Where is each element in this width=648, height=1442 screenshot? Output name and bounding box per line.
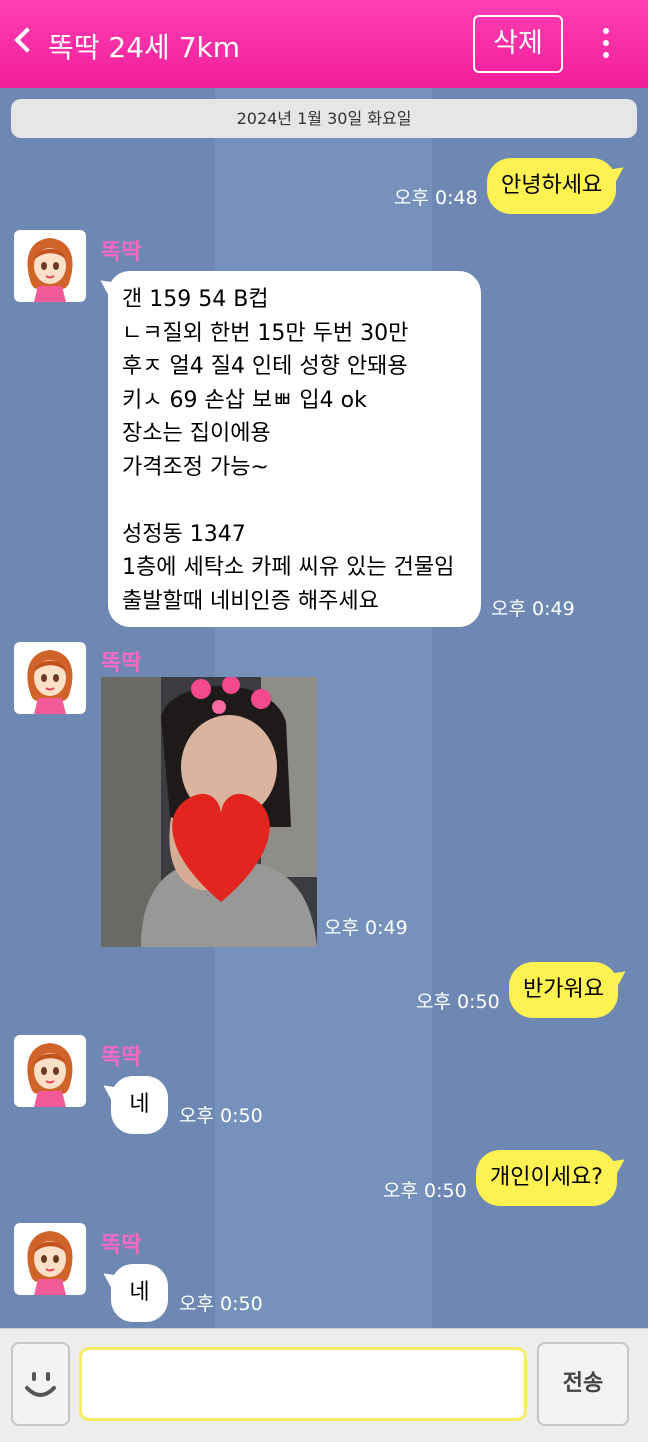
send-button[interactable]: 전송 [537,1342,629,1426]
message-time: 오후 0:50 [416,991,500,1013]
date-divider: 2024년 1월 30일 화요일 [11,99,637,138]
photo-image [101,677,317,947]
sender-name: 똑딱 [101,651,142,676]
my-message-bubble[interactable]: 반가워요 [509,962,618,1018]
their-message-bubble[interactable]: 네 [111,1076,168,1134]
photo-message[interactable] [101,677,317,947]
message-time: 오후 0:50 [179,1105,263,1127]
sender-name: 똑딱 [101,240,142,265]
message-composer: 전송 [0,1328,648,1442]
girl-avatar-icon [27,1231,73,1295]
their-message-bubble[interactable]: 네 [111,1264,168,1322]
girl-avatar-icon [27,238,73,302]
message-input[interactable] [79,1347,527,1421]
sender-avatar[interactable] [14,1223,86,1295]
more-options-icon[interactable] [598,28,614,62]
my-message-bubble[interactable]: 개인이세요? [476,1150,617,1206]
message-time: 오후 0:49 [324,917,408,939]
delete-button[interactable]: 삭제 [473,15,563,73]
smiley-icon [25,1372,56,1397]
sender-name: 똑딱 [101,1233,142,1258]
chat-area[interactable]: 2024년 1월 30일 화요일 오후 0:48 안녕하세요 똑딱 갠 159 … [0,88,648,1328]
sender-avatar[interactable] [14,1035,86,1107]
sender-name: 똑딱 [101,1045,142,1070]
emoticon-button[interactable] [11,1342,70,1426]
back-arrow-icon[interactable] [14,27,40,53]
girl-avatar-icon [27,1043,73,1107]
their-message-bubble[interactable]: 갠 159 54 B컵 ㄴㅋ질외 한번 15만 두번 30만 후ㅈ 얼4 질4 … [108,271,481,627]
chat-header: 똑딱 24세 7km 삭제 [0,0,648,88]
sender-avatar[interactable] [14,642,86,714]
message-time: 오후 0:48 [394,187,478,209]
chat-title: 똑딱 24세 7km [48,31,241,64]
sender-avatar[interactable] [14,230,86,302]
my-message-bubble[interactable]: 안녕하세요 [487,158,617,214]
girl-avatar-icon [27,650,73,714]
message-time: 오후 0:50 [179,1293,263,1315]
message-time: 오후 0:49 [491,598,575,620]
message-time: 오후 0:50 [383,1180,467,1202]
